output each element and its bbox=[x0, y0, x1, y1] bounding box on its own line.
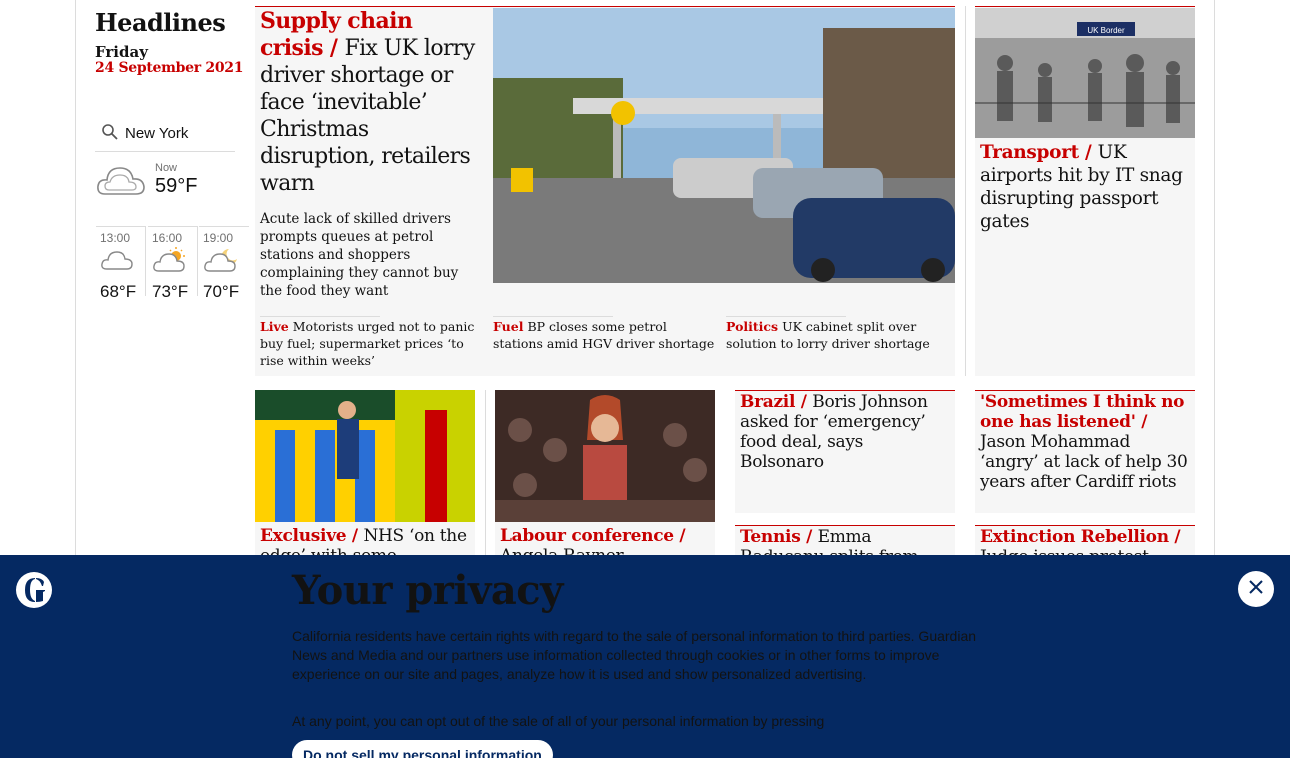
story-image-labour[interactable] bbox=[495, 390, 715, 522]
side-kicker: Transport / bbox=[980, 142, 1092, 163]
forecast-time: 19:00 bbox=[203, 231, 234, 245]
story-headline[interactable]: Brazil / Boris Johnson asked for ‘emerge… bbox=[740, 392, 950, 472]
story-image-nhs[interactable] bbox=[255, 390, 475, 522]
story-kicker: Tennis / bbox=[740, 527, 812, 547]
sign-text: UK Border bbox=[1087, 26, 1125, 35]
sublink-politics[interactable]: Politics UK cabinet split over solution … bbox=[726, 318, 948, 352]
story-kicker: Exclusive / bbox=[260, 526, 358, 546]
weather-now-label: Now bbox=[155, 162, 178, 174]
sublink-live[interactable]: Live Motorists urged not to panic buy fu… bbox=[260, 318, 480, 369]
forecast-item: 13:00 68°F bbox=[96, 226, 146, 301]
story-kicker: Brazil / bbox=[740, 392, 807, 412]
guardian-logo-icon bbox=[16, 572, 52, 608]
privacy-title: Your privacy bbox=[292, 567, 563, 614]
story-kicker: 'Sometimes I think no one has listened' … bbox=[980, 392, 1185, 432]
weather-now-temp: 59°F bbox=[155, 175, 198, 197]
forecast-time: 13:00 bbox=[100, 231, 131, 245]
forecast-item: 19:00 70°F bbox=[199, 226, 249, 301]
close-icon bbox=[1248, 579, 1264, 599]
main-headline[interactable]: Supply chain crisis / Fix UK lorry drive… bbox=[260, 8, 482, 197]
forecast-temp: 70°F bbox=[203, 282, 240, 301]
privacy-body-2: At any point, you can opt out of the sal… bbox=[292, 713, 825, 729]
forecast-temp: 73°F bbox=[152, 282, 189, 301]
close-banner-button[interactable] bbox=[1238, 571, 1274, 607]
privacy-body: California residents have certain rights… bbox=[292, 628, 977, 682]
side-headline[interactable]: Transport / UK airports hit by IT snag d… bbox=[980, 141, 1190, 233]
side-story-image[interactable]: UK Border bbox=[975, 8, 1195, 138]
main-standfirst: Acute lack of skilled drivers prompts qu… bbox=[260, 211, 459, 299]
forecast-time: 16:00 bbox=[152, 231, 183, 245]
story-kicker: Extinction Rebellion / bbox=[980, 527, 1181, 547]
location-name: New York bbox=[125, 125, 189, 142]
do-not-sell-button[interactable]: Do not sell my personal information bbox=[292, 740, 553, 758]
sun-cloud-icon bbox=[152, 247, 188, 280]
sublink-kicker: Politics bbox=[726, 319, 779, 334]
section-title: Headlines bbox=[95, 8, 226, 37]
story-headline-text: Jason Mohammad ‘angry’ at lack of help 3… bbox=[980, 432, 1188, 492]
sublink-fuel[interactable]: Fuel BP closes some petrol stations amid… bbox=[493, 318, 715, 352]
kicker-slash: / bbox=[322, 35, 345, 61]
column-divider bbox=[485, 390, 486, 560]
sublink-text: Motorists urged not to panic buy fuel; s… bbox=[260, 319, 475, 368]
moon-cloud-icon bbox=[203, 247, 239, 280]
sublink-kicker: Live bbox=[260, 319, 289, 334]
date-day: Friday bbox=[95, 43, 148, 61]
main-story-image[interactable] bbox=[493, 8, 955, 283]
cloud-icon bbox=[95, 160, 147, 204]
sublink-text: BP closes some petrol stations amid HGV … bbox=[493, 319, 715, 351]
column-divider bbox=[965, 6, 966, 376]
search-icon bbox=[101, 123, 119, 145]
forecast-temp: 68°F bbox=[100, 282, 137, 301]
date-full: 24 September 2021 bbox=[95, 60, 244, 76]
sublink-kicker: Fuel bbox=[493, 319, 524, 334]
divider bbox=[726, 316, 846, 317]
divider bbox=[493, 316, 613, 317]
location-search[interactable]: New York bbox=[95, 116, 235, 152]
divider bbox=[260, 316, 380, 317]
forecast-item: 16:00 73°F bbox=[148, 226, 198, 301]
cloud-icon bbox=[100, 247, 134, 278]
story-kicker: Labour conference / bbox=[500, 526, 686, 546]
story-headline[interactable]: 'Sometimes I think no one has listened' … bbox=[980, 392, 1190, 492]
